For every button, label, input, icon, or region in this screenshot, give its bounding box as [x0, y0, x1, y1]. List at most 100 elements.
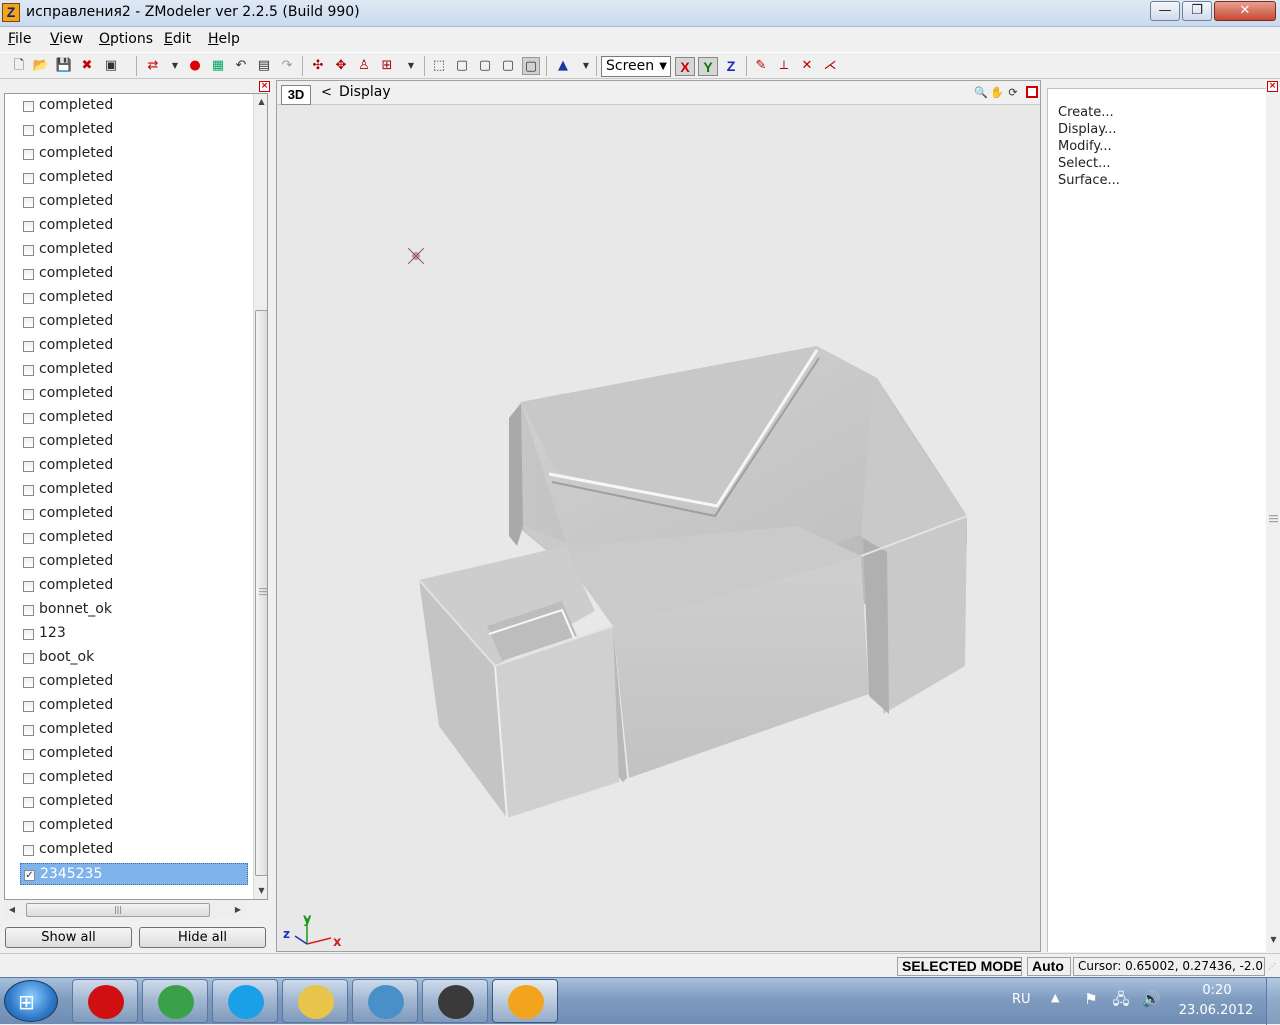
list-item[interactable]: completed	[20, 575, 248, 597]
menu-edit[interactable]: Edit	[164, 31, 191, 47]
list-item[interactable]: completed	[20, 407, 248, 429]
list-item[interactable]: completed	[20, 383, 248, 405]
taskbar-app-button[interactable]	[212, 979, 278, 1023]
close-panel-icon[interactable]: ×	[259, 81, 270, 92]
scroll-thumb[interactable]: ― ― ―	[255, 310, 267, 876]
list-item[interactable]: bonnet_ok	[20, 599, 248, 621]
list-item[interactable]: completed	[20, 527, 248, 549]
visibility-checkbox[interactable]	[23, 485, 34, 496]
scroll-down-icon[interactable]: ▼	[1268, 935, 1279, 947]
import-icon[interactable]: ▣	[102, 57, 120, 75]
select-vertex-icon[interactable]: ✣	[309, 57, 327, 75]
visibility-checkbox[interactable]	[23, 365, 34, 376]
dropdown-icon[interactable]: ▼	[166, 57, 184, 75]
redo-icon[interactable]: ↷	[278, 57, 296, 75]
visibility-checkbox[interactable]	[23, 533, 34, 544]
viewport-3d[interactable]: 3D < Display 🔍 ✋ ⟳ y x z	[276, 80, 1041, 952]
visibility-checkbox[interactable]	[23, 509, 34, 520]
box-icon[interactable]: ▢	[453, 57, 471, 75]
list-item[interactable]: completed	[20, 695, 248, 717]
list-item[interactable]: completed	[20, 551, 248, 573]
visibility-checkbox[interactable]	[23, 173, 34, 184]
close-window-button[interactable]: ✕	[1214, 1, 1276, 21]
visibility-checkbox[interactable]	[23, 197, 34, 208]
list-item[interactable]: completed	[20, 167, 248, 189]
list-item[interactable]: completed	[20, 263, 248, 285]
list-item[interactable]: completed	[20, 95, 248, 117]
taskbar-app-button[interactable]	[72, 979, 138, 1023]
list-item[interactable]: completed	[20, 791, 248, 813]
visibility-checkbox[interactable]	[23, 701, 34, 712]
menu-help[interactable]: Help	[208, 31, 240, 47]
taskbar-app-button[interactable]	[142, 979, 208, 1023]
visibility-checkbox[interactable]	[23, 821, 34, 832]
visibility-checkbox[interactable]	[23, 797, 34, 808]
viewport-back-button[interactable]: <	[321, 85, 332, 100]
visibility-checkbox[interactable]	[23, 293, 34, 304]
command-surface[interactable]: Surface...	[1058, 173, 1120, 188]
list-item[interactable]: completed	[20, 239, 248, 261]
visibility-checkbox[interactable]	[23, 653, 34, 664]
scene-canvas[interactable]: y x z	[277, 106, 1040, 952]
action-center-flag-icon[interactable]: ⚑	[1082, 990, 1100, 1008]
command-display[interactable]: Display...	[1058, 122, 1116, 137]
maximize-button[interactable]: ❐	[1182, 1, 1212, 21]
scroll-up-icon[interactable]: ▲	[254, 94, 267, 110]
command-modify[interactable]: Modify...	[1058, 139, 1112, 154]
dropdown-icon[interactable]: ▼	[402, 57, 420, 75]
objects-list[interactable]: completed completed completed completed comp…	[4, 93, 268, 900]
dropdown-icon[interactable]: ▼	[577, 57, 595, 75]
visibility-checkbox[interactable]	[23, 437, 34, 448]
list-item[interactable]: 123	[20, 623, 248, 645]
menu-file[interactable]: File	[8, 31, 31, 47]
list-item[interactable]: completed	[20, 431, 248, 453]
panel-resize-grip[interactable]: ― ― ―	[1269, 512, 1278, 527]
coordinate-system-select[interactable]: Screen ▼	[601, 56, 671, 77]
box3-icon[interactable]: ▢	[499, 57, 517, 75]
save-icon[interactable]: 💾	[55, 57, 73, 75]
list-item[interactable]: completed	[20, 719, 248, 741]
axis-y-toggle[interactable]: Y	[698, 57, 718, 76]
list-item[interactable]: completed	[20, 191, 248, 213]
list-item[interactable]: completed	[20, 815, 248, 837]
taskbar-app-button[interactable]	[352, 979, 418, 1023]
network-icon[interactable]: 🖧	[1112, 990, 1130, 1008]
new-file-icon[interactable]: 🗋	[10, 57, 28, 75]
list-item[interactable]: ✓ 2345235	[20, 863, 248, 885]
list-item[interactable]: completed	[20, 119, 248, 141]
cone-icon[interactable]: ▲	[554, 57, 572, 75]
visibility-checkbox[interactable]	[23, 413, 34, 424]
list-item[interactable]: completed	[20, 839, 248, 861]
delete-icon[interactable]: ✖	[78, 57, 96, 75]
title-bar[interactable]: Z исправления2 - ZModeler ver 2.2.5 (Bui…	[0, 0, 1280, 27]
visibility-checkbox[interactable]	[23, 269, 34, 280]
show-hidden-icons-icon[interactable]: ▲	[1051, 991, 1059, 1004]
axis3-icon[interactable]: ✕	[798, 57, 816, 75]
list-item[interactable]: completed	[20, 503, 248, 525]
horizontal-scrollbar[interactable]: ◀ ||| ▶	[4, 901, 247, 918]
zoom-icon[interactable]: 🔍	[974, 86, 988, 100]
export-icon[interactable]: ⇄	[144, 57, 162, 75]
list-item[interactable]: completed	[20, 143, 248, 165]
resize-grip-icon[interactable]: ⋰	[1268, 962, 1276, 974]
volume-icon[interactable]: 🔊	[1142, 990, 1161, 1008]
clock-time[interactable]: 0:20	[1180, 983, 1254, 998]
visibility-checkbox[interactable]	[23, 749, 34, 760]
visibility-checkbox[interactable]	[23, 149, 34, 160]
axis-z-toggle[interactable]: Z	[721, 57, 741, 76]
visibility-checkbox[interactable]	[23, 725, 34, 736]
taskbar-app-button[interactable]	[422, 979, 488, 1023]
box4-icon[interactable]: ▢	[522, 57, 540, 75]
scroll-right-icon[interactable]: ▶	[230, 901, 246, 918]
language-indicator[interactable]: RU	[1012, 992, 1031, 1007]
visibility-checkbox[interactable]	[23, 389, 34, 400]
menu-view[interactable]: View	[50, 31, 83, 47]
render-icon[interactable]: ▦	[209, 57, 227, 75]
list-item[interactable]: completed	[20, 671, 248, 693]
scroll-down-icon[interactable]: ▼	[254, 883, 267, 899]
hide-all-button[interactable]: Hide all	[139, 927, 266, 948]
command-select[interactable]: Select...	[1058, 156, 1111, 171]
box2-icon[interactable]: ▢	[476, 57, 494, 75]
visibility-checkbox[interactable]	[23, 605, 34, 616]
select-object-icon[interactable]: ⊞	[378, 57, 396, 75]
